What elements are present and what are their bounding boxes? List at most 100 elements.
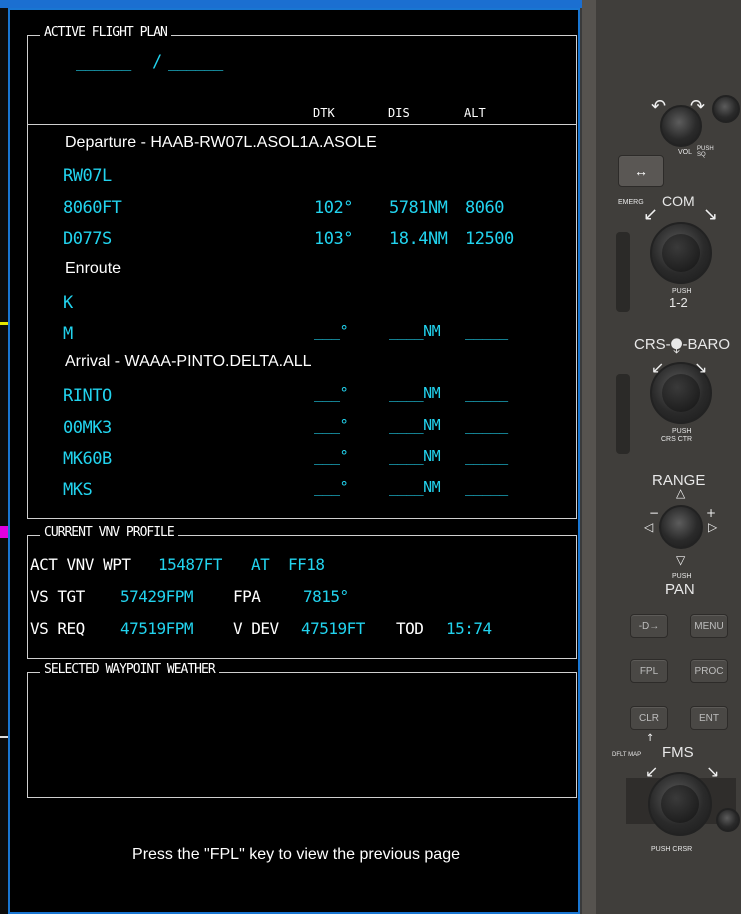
waypoint-dis: ____NM <box>389 416 441 434</box>
waypoint-id: MKS <box>63 480 93 500</box>
range-plus-icon: + <box>706 506 717 520</box>
bezel-edge <box>582 0 596 914</box>
waypoint-dis: 18.4NM <box>389 229 448 249</box>
volume-knob-small[interactable] <box>712 95 740 123</box>
rotate-left-icon: ↙ <box>643 204 659 225</box>
panel-title: SELECTED WAYPOINT WEATHER <box>40 662 219 677</box>
fms-knob-inner[interactable] <box>661 785 699 823</box>
fpa-label: FPA <box>233 587 261 606</box>
pan-left-icon: ◁ <box>644 520 654 534</box>
waypoint-dtk: ___° <box>314 322 349 340</box>
route-separator: / <box>152 52 162 72</box>
waypoint-alt: _____ <box>465 447 508 465</box>
emergency-swap-button[interactable]: ↔ <box>618 155 664 187</box>
waypoint-id: MK60B <box>63 449 112 469</box>
pan-right-icon: ▷ <box>708 520 718 534</box>
waypoint-alt: 12500 <box>465 229 514 249</box>
waypoint-alt: _____ <box>465 322 508 340</box>
waypoint-alt: _____ <box>465 416 508 434</box>
dflt-map-label: DFLT MAP <box>612 752 642 758</box>
panel-title: CURRENT VNV PROFILE <box>40 525 178 540</box>
waypoint-dtk: ___° <box>314 384 349 402</box>
departure-label: Departure - HAAB-RW07L.ASOL1A.ASOLE <box>65 134 377 151</box>
waypoint-dtk: ___° <box>314 416 349 434</box>
range-minus-icon: − <box>649 506 660 520</box>
vdev-value: 47519FT <box>301 619 365 638</box>
mfd-display: ACTIVE FLIGHT PLAN ______ / ______ DTK D… <box>8 8 580 914</box>
col-header-alt: ALT <box>464 106 486 120</box>
rotate-arrows-icon: ↷ <box>690 96 706 117</box>
push-12-value: 1-2 <box>669 295 688 310</box>
act-vnv-waypoint: FF18 <box>288 555 325 574</box>
waypoint-dis: 5781NM <box>389 198 448 218</box>
pan-down-icon: ▽ <box>676 553 686 567</box>
clr-button[interactable]: CLR <box>630 706 668 730</box>
header-divider <box>28 124 576 125</box>
act-vnv-altitude: 15487FT <box>158 555 222 574</box>
waypoint-id: RINTO <box>63 386 112 406</box>
waypoint-alt: _____ <box>465 384 508 402</box>
waypoint-id: K <box>63 293 73 313</box>
panel-title: ACTIVE FLIGHT PLAN <box>40 25 171 40</box>
col-header-dtk: DTK <box>313 106 335 120</box>
fpa-value: 7815° <box>303 587 349 606</box>
ent-button[interactable]: ENT <box>690 706 728 730</box>
vdev-label: V DEV <box>233 619 279 638</box>
enroute-label: Enroute <box>65 260 122 277</box>
fms-knob[interactable] <box>648 772 712 836</box>
act-vnv-wpt-label: ACT VNV WPT <box>30 555 131 574</box>
tod-value: 15:74 <box>446 619 492 638</box>
push-crsr-label: PUSH CRSR <box>651 846 693 853</box>
vs-tgt-label: VS TGT <box>30 587 85 606</box>
waypoint-id: M <box>63 324 73 344</box>
rotate-left-icon: ↙ <box>651 358 665 377</box>
waypoint-dis: ____NM <box>389 384 441 402</box>
vs-req-value: 47519FPM <box>120 619 194 638</box>
proc-button[interactable]: PROC <box>690 659 728 683</box>
slot-decoration <box>616 232 630 312</box>
waypoint-id: RW07L <box>63 166 112 186</box>
rotate-arrows-icon: ↶ <box>651 96 667 117</box>
fpl-button[interactable]: FPL <box>630 659 668 683</box>
rotate-right-icon: ↘ <box>703 204 719 225</box>
tod-label: TOD <box>396 619 424 638</box>
active-flight-plan-panel: ACTIVE FLIGHT PLAN ______ / ______ DTK D… <box>27 25 577 519</box>
pan-up-icon: △ <box>676 486 686 500</box>
waypoint-id: D077S <box>63 229 112 249</box>
menu-button[interactable]: MENU <box>690 614 728 638</box>
act-vnv-at: AT <box>251 555 270 574</box>
vnv-profile-panel: CURRENT VNV PROFILE ACT VNV WPT 15487FT … <box>27 525 577 659</box>
route-origin[interactable]: ______ <box>76 52 131 71</box>
crs-baro-label: CRS-⧭-BARO <box>634 336 731 353</box>
emerg-label: EMERG <box>618 199 644 206</box>
waypoint-alt: 8060 <box>465 198 504 218</box>
pan-label: PAN <box>665 581 695 598</box>
waypoint-dis: ____NM <box>389 478 441 496</box>
arrival-label: Arrival - WAAA-PINTO.DELTA.ALL <box>65 353 312 370</box>
com-knob-inner[interactable] <box>662 234 700 272</box>
crs-ctr-label: CRS CTR <box>661 436 693 443</box>
com-knob[interactable] <box>650 222 712 284</box>
waypoint-dtk: ___° <box>314 478 349 496</box>
screen: ACTIVE FLIGHT PLAN ______ / ______ DTK D… <box>0 0 741 914</box>
waypoint-dtk: ___° <box>314 447 349 465</box>
route-destination[interactable]: ______ <box>168 52 223 71</box>
push-pan-label: PUSH <box>672 573 692 580</box>
push-12-label: PUSH <box>672 288 692 295</box>
swap-arrow-icon: ↔ <box>634 163 648 179</box>
vs-tgt-value: 57429FPM <box>120 587 194 606</box>
frame-top-edge <box>0 0 584 8</box>
waypoint-id: 8060FT <box>63 198 122 218</box>
rotate-left-icon: ↙ <box>645 762 659 781</box>
direct-to-button[interactable]: -D→ <box>630 614 668 638</box>
dflt-map-arrow-icon: ↑ <box>646 733 655 744</box>
fms-knob-small[interactable] <box>716 808 740 832</box>
waypoint-id: 00MK3 <box>63 418 112 438</box>
waypoint-weather-panel: SELECTED WAYPOINT WEATHER <box>27 662 577 798</box>
waypoint-dis: ____NM <box>389 447 441 465</box>
rotate-right-icon: ↘ <box>694 358 708 377</box>
range-pan-knob[interactable] <box>659 505 703 549</box>
push-crs-label: PUSH <box>672 428 692 435</box>
crs-baro-knob-inner[interactable] <box>662 374 700 412</box>
rotate-right-icon: ↘ <box>706 762 720 781</box>
